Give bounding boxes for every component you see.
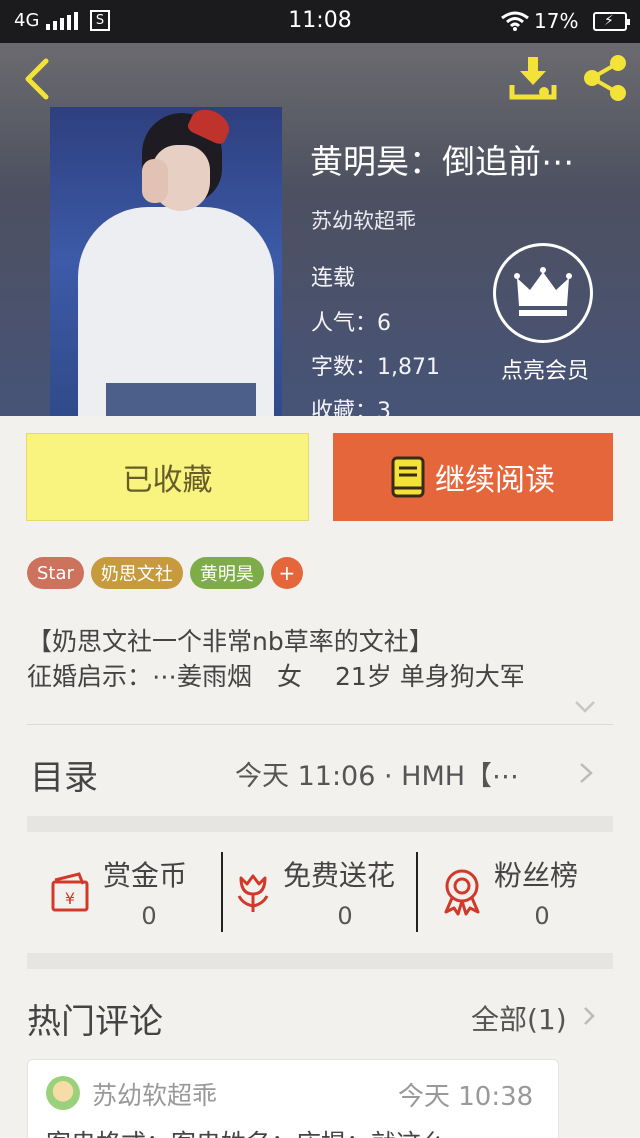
- reward-coins-stat[interactable]: ¥ 赏金币 0: [27, 832, 222, 952]
- hot-comments-heading: 热门评论: [27, 1002, 163, 1042]
- battery-percent: 17%: [534, 9, 579, 33]
- comment-card[interactable]: 苏幼软超乖 今天 10:38 客串格式：客串姓名：床提：就这么: [27, 1059, 559, 1138]
- wifi-icon: [501, 11, 529, 31]
- book-favorites: 收藏：3: [311, 399, 391, 416]
- add-tag-button[interactable]: +: [270, 557, 303, 589]
- stats-row: ¥ 赏金币 0 免费送花 0 粉丝榜 0: [27, 832, 613, 952]
- reward-coins-value: 0: [141, 902, 157, 930]
- fan-ranking-label: 粉丝榜: [494, 859, 579, 892]
- status-bar: 4G S 11:08 17% ⚡: [0, 0, 640, 43]
- chevron-left-icon[interactable]: [18, 57, 58, 101]
- book-header: 黄明昊：倒追前⋯ 苏幼软超乖 连载 人气：6 字数：1,871 收藏：3 点亮会…: [0, 43, 640, 416]
- comment-user[interactable]: 苏幼软超乖: [92, 1076, 217, 1112]
- continue-reading-label: 继续阅读: [435, 463, 555, 498]
- continue-reading-button[interactable]: 继续阅读: [333, 433, 613, 521]
- book-word-count: 字数：1,871: [311, 355, 440, 380]
- book-status: 连载: [311, 266, 356, 291]
- book-author[interactable]: 苏幼软超乖: [311, 205, 416, 235]
- flower-icon: [237, 874, 269, 912]
- section-separator: [27, 953, 613, 969]
- tag-huangminghao[interactable]: 黄明昊: [189, 557, 264, 589]
- tag-naisi-wenshe[interactable]: 奶思文社: [90, 557, 183, 589]
- book-cover-image[interactable]: [50, 107, 282, 416]
- all-comments-link[interactable]: 全部(1): [471, 998, 567, 1038]
- collected-button[interactable]: 已收藏: [26, 433, 309, 521]
- battery-icon: ⚡: [593, 12, 630, 31]
- catalog-row[interactable]: 目录 今天 11:06 · HMH【⋯: [27, 724, 613, 818]
- svg-text:¥: ¥: [65, 889, 75, 908]
- intro-line-2: 征婚启示：⋯姜雨烟 女 21岁 单身狗大军: [27, 662, 525, 691]
- catalog-heading: 目录: [30, 758, 98, 798]
- tag-list: Star 奶思文社 黄明昊 +: [27, 557, 303, 589]
- vip-label: 点亮会员: [500, 359, 589, 384]
- red-envelope-icon: ¥: [51, 872, 89, 912]
- book-popularity: 人气：6: [311, 311, 391, 336]
- book-icon: [391, 456, 425, 498]
- avatar[interactable]: [46, 1076, 80, 1110]
- hot-comments-header: 热门评论 全部(1): [27, 990, 613, 1050]
- medal-icon: [444, 869, 480, 916]
- chevron-down-icon[interactable]: [574, 700, 596, 714]
- crown-icon: [493, 243, 593, 343]
- chevron-right-icon[interactable]: [583, 1006, 595, 1026]
- fan-ranking-stat[interactable]: 粉丝榜 0: [418, 832, 613, 952]
- latest-chapter: 今天 11:06 · HMH【⋯: [235, 761, 520, 792]
- reward-coins-label: 赏金币: [103, 859, 188, 892]
- share-icon[interactable]: [580, 53, 630, 103]
- fan-ranking-value: 0: [534, 902, 550, 930]
- intro-line-1: 【奶思文社一个非常nb草率的文社】: [27, 627, 434, 656]
- comment-text: 客串格式：客串姓名：床提：就这么: [46, 1124, 446, 1138]
- free-flower-value: 0: [337, 902, 353, 930]
- free-flower-stat[interactable]: 免费送花 0: [223, 832, 417, 952]
- chevron-right-icon: [580, 763, 593, 783]
- download-icon[interactable]: [508, 55, 558, 101]
- comment-time: 今天 10:38: [398, 1082, 534, 1112]
- section-separator: [27, 816, 613, 832]
- book-title: 黄明昊：倒追前⋯: [310, 142, 574, 181]
- collected-label: 已收藏: [122, 463, 213, 498]
- tag-star[interactable]: Star: [27, 557, 84, 589]
- free-flower-label: 免费送花: [283, 859, 396, 892]
